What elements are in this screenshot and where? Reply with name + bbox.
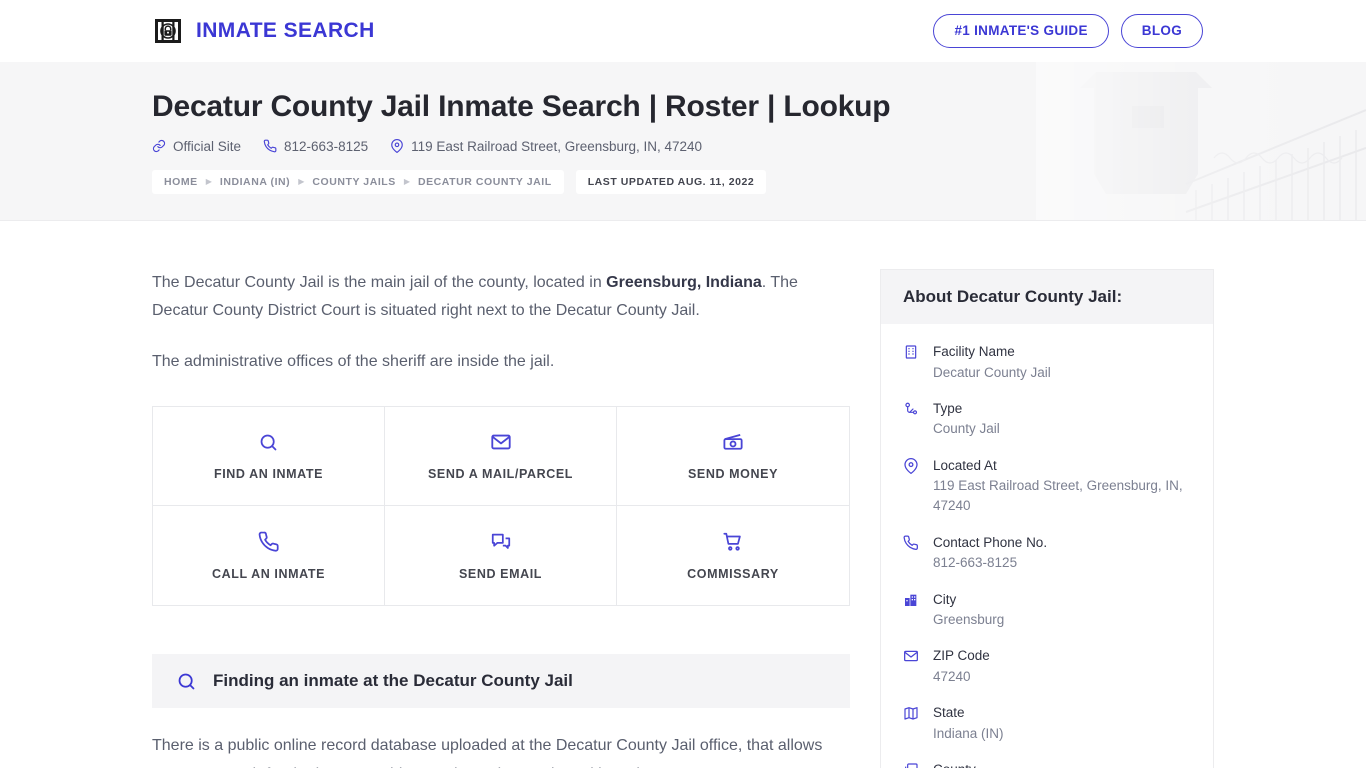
send-email-action[interactable]: SEND EMAIL [385, 506, 617, 606]
chat-bubbles-icon [490, 531, 512, 553]
info-label: Facility Name [933, 344, 1015, 359]
phone-icon [903, 533, 921, 574]
commissary-action[interactable]: COMMISSARY [617, 506, 849, 606]
intro-paragraph: The Decatur County Jail is the main jail… [152, 269, 850, 326]
map-icon [903, 703, 921, 744]
action-label: SEND EMAIL [458, 566, 543, 581]
page-root: INMATE SEARCH #1 INMATE'S GUIDE BLOG Dec… [0, 0, 1366, 768]
breadcrumb-list: HOME ▶ INDIANA (IN) ▶ COUNTY JAILS ▶ DEC… [152, 169, 564, 194]
find-an-inmate-action[interactable]: FIND AN INMATE [153, 407, 385, 507]
info-value: 47240 [933, 668, 971, 684]
info-label: Type [933, 400, 963, 416]
info-row-located-at: Located At 119 East Railroad Street, Gre… [903, 456, 1191, 517]
action-label: SEND A MAIL/PARCEL [427, 467, 574, 482]
info-value: County Jail [933, 421, 1000, 437]
action-label: FIND AN INMATE [213, 467, 324, 482]
building-grid-icon [903, 342, 921, 383]
info-row-zip: ZIP Code 47240 [903, 646, 1191, 687]
hero-phone-number: 812-663-8125 [284, 138, 369, 154]
envelope-icon [490, 431, 512, 453]
section-body: There is a public online record database… [152, 732, 850, 768]
brand-name: INMATE SEARCH [196, 19, 375, 42]
breadcrumb-item-county-jails[interactable]: COUNTY JAILS [312, 176, 395, 188]
jail-window-lock-icon [152, 15, 184, 47]
phone-icon [263, 139, 277, 153]
search-icon [258, 431, 279, 453]
site-logo[interactable]: INMATE SEARCH [152, 15, 375, 47]
hero-content: Decatur County Jail Inmate Search | Rost… [0, 62, 1366, 194]
info-label: City [933, 591, 957, 607]
chevron-right-icon: ▶ [298, 177, 305, 186]
city-buildings-icon [903, 590, 921, 631]
shopping-cart-icon [722, 531, 744, 553]
intro-paragraph-pre: The Decatur County Jail is the main jail… [152, 274, 607, 291]
about-facility-card: About Decatur County Jail: Facility Name… [880, 269, 1214, 768]
info-label: ZIP Code [933, 648, 990, 664]
link-icon [152, 139, 166, 153]
info-label: County [933, 762, 976, 768]
inmates-guide-button[interactable]: #1 INMATE'S GUIDE [933, 14, 1109, 48]
page-title: Decatur County Jail Inmate Search | Rost… [152, 90, 891, 123]
action-label: COMMISSARY [687, 566, 779, 581]
info-value: Greensburg [933, 612, 1005, 628]
banknote-icon [722, 431, 745, 453]
content-area: The Decatur County Jail is the main jail… [0, 221, 1366, 768]
location-pin-icon [903, 456, 921, 517]
info-label: Contact Phone No. [933, 534, 1048, 550]
section-heading-text: Finding an inmate at the Decatur County … [213, 671, 573, 691]
second-paragraph: The administrative offices of the sherif… [152, 352, 555, 370]
about-card-title: About Decatur County Jail: [881, 270, 1213, 324]
info-row-state: State Indiana (IN) [903, 703, 1191, 744]
last-updated-badge: LAST UPDATED AUG. 11, 2022 [575, 169, 767, 194]
send-mail-parcel-action[interactable]: SEND A MAIL/PARCEL [385, 407, 617, 507]
header-actions: #1 INMATE'S GUIDE BLOG [933, 14, 1203, 48]
info-label: Located At [933, 457, 997, 473]
main-column: The Decatur County Jail is the main jail… [152, 269, 850, 768]
official-site-label: Official Site [173, 138, 242, 154]
send-money-action[interactable]: SEND MONEY [617, 407, 849, 507]
info-value: Indiana (IN) [933, 725, 1004, 741]
hero-meta-row: Official Site 812-663-8125 119 East Rail… [152, 139, 1366, 154]
info-label: State [933, 705, 965, 721]
envelope-icon [903, 646, 921, 687]
info-row-city: City Greensburg [903, 590, 1191, 631]
breadcrumb-item-home[interactable]: HOME [164, 176, 198, 188]
site-header: INMATE SEARCH #1 INMATE'S GUIDE BLOG [0, 0, 1366, 62]
intro-paragraph-bold: Greensburg, Indiana [606, 274, 762, 291]
about-card-body: Facility Name Decatur County Jail Type C… [881, 324, 1213, 768]
blog-button[interactable]: BLOG [1120, 14, 1203, 48]
official-site-link[interactable]: Official Site [152, 139, 241, 154]
location-pin-icon [390, 139, 404, 153]
action-label: CALL AN INMATE [211, 566, 326, 581]
call-an-inmate-action[interactable]: CALL AN INMATE [153, 506, 385, 606]
phone-icon [258, 531, 280, 553]
sidebar-column: About Decatur County Jail: Facility Name… [880, 269, 1214, 768]
action-grid: FIND AN INMATE SEND A MAIL/PARCEL SEND M… [152, 406, 850, 607]
hero-section: Decatur County Jail Inmate Search | Rost… [0, 62, 1366, 221]
search-icon [176, 671, 197, 692]
chevron-right-icon: ▶ [403, 177, 410, 186]
node-type-icon [903, 399, 921, 440]
hero-phone[interactable]: 812-663-8125 [263, 139, 368, 154]
hero-address-text: 119 East Railroad Street, Greensburg, IN… [411, 138, 703, 154]
info-row-phone: Contact Phone No. 812-663-8125 [903, 533, 1191, 574]
info-value: 812-663-8125 [933, 555, 1018, 571]
section-paragraph: There is a public online record database… [152, 737, 823, 768]
action-label: SEND MONEY [687, 467, 779, 482]
copy-layers-icon [903, 760, 921, 768]
section-heading-finding-inmate: Finding an inmate at the Decatur County … [152, 654, 850, 709]
breadcrumb-item-current: DECATUR COUNTY JAIL [417, 175, 552, 188]
info-row-facility-name: Facility Name Decatur County Jail [903, 342, 1191, 383]
info-row-county: County Decatur County [903, 760, 1191, 768]
chevron-right-icon: ▶ [205, 177, 212, 186]
info-row-type: Type County Jail [903, 399, 1191, 440]
breadcrumb-item-state[interactable]: INDIANA (IN) [220, 176, 290, 188]
info-value: Decatur County Jail [933, 364, 1051, 380]
breadcrumb: HOME ▶ INDIANA (IN) ▶ COUNTY JAILS ▶ DEC… [152, 169, 1366, 194]
info-value: 119 East Railroad Street, Greensburg, IN… [933, 478, 1183, 514]
hero-address: 119 East Railroad Street, Greensburg, IN… [390, 139, 702, 154]
